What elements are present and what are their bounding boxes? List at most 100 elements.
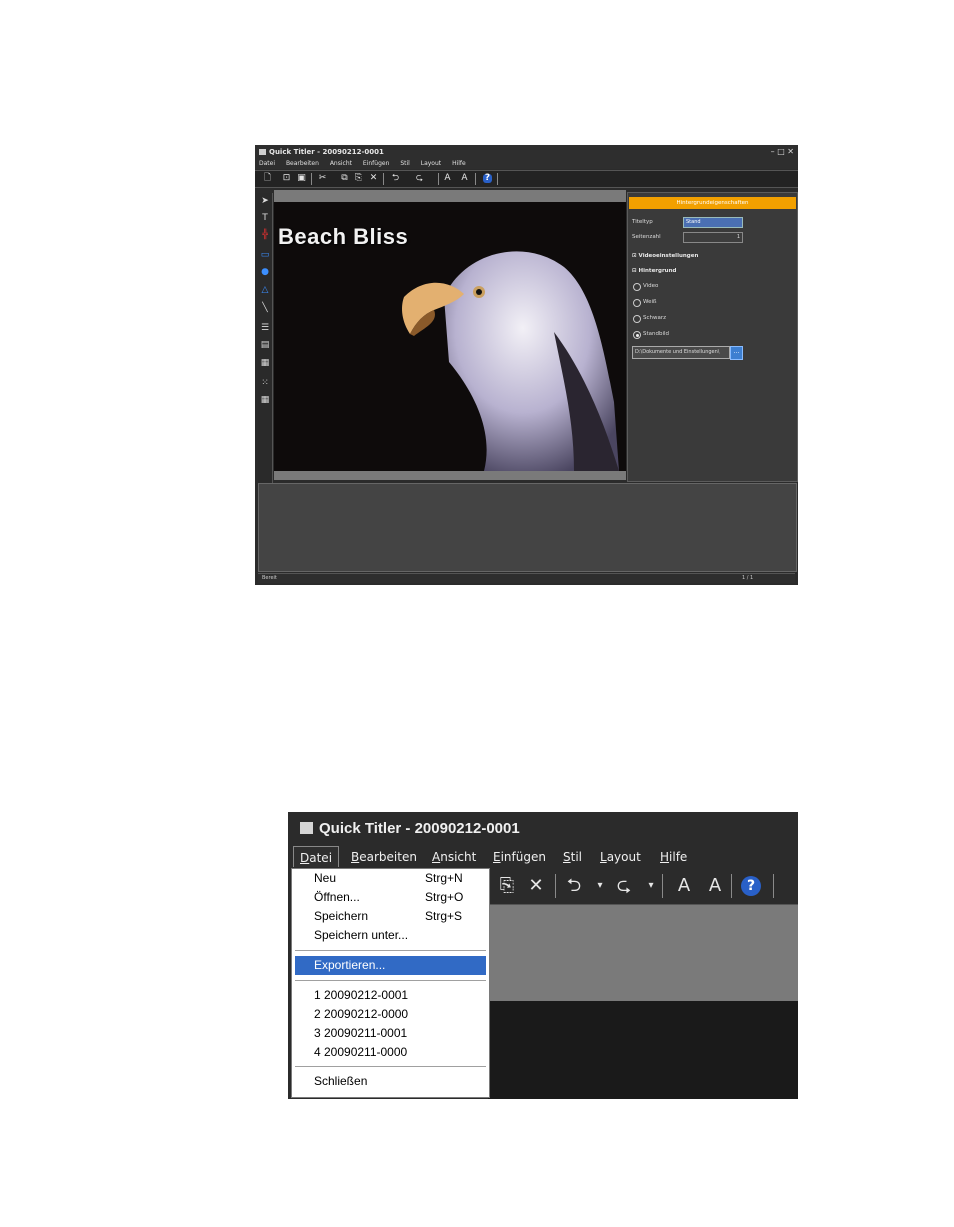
- redo-icon[interactable]: ⮎: [415, 174, 424, 183]
- window-title: Quick Titler - 20090212-0001: [269, 148, 384, 156]
- close-button[interactable]: ✕: [787, 147, 794, 156]
- canvas-title-text[interactable]: Beach Bliss: [278, 224, 408, 250]
- status-bar: Bereit 1 / 1: [258, 573, 795, 583]
- toolbar-separator: [438, 173, 439, 185]
- menu-datei[interactable]: Datei: [259, 160, 275, 167]
- menu-layout[interactable]: Layout: [594, 846, 647, 866]
- menu-stil[interactable]: Stil: [557, 846, 588, 866]
- menu-separator: [295, 950, 486, 952]
- radio-schwarz-label: Schwarz: [643, 315, 667, 321]
- toolbar-separator: [383, 173, 384, 185]
- menu-einfuegen[interactable]: Einfügen: [487, 846, 552, 866]
- menu-item-oeffnen[interactable]: Öffnen... Strg+O: [295, 888, 486, 907]
- window-title: Quick Titler - 20090212-0001: [319, 820, 520, 837]
- cut-icon[interactable]: ✂: [318, 174, 327, 183]
- undo-dropdown-icon[interactable]: ▾: [590, 876, 610, 896]
- radio-weiss-label: Weiß: [643, 299, 657, 305]
- text-style-icon[interactable]: A: [674, 876, 694, 896]
- menu-item-neu[interactable]: Neu Strg+N: [295, 869, 486, 888]
- menu-layout[interactable]: Layout: [421, 160, 441, 167]
- undo-icon[interactable]: ⮌: [391, 174, 400, 183]
- new-file-icon[interactable]: 🗋: [263, 174, 272, 183]
- menu-hilfe[interactable]: Hilfe: [654, 846, 693, 866]
- copy-icon[interactable]: ⧉: [340, 174, 349, 183]
- menu-item-label: 3 20090211-0001: [314, 1026, 408, 1040]
- menu-item-recent-2[interactable]: 2 20090212-0000: [295, 1005, 486, 1024]
- menu-stil[interactable]: Stil: [400, 160, 410, 167]
- hintergrund-section[interactable]: ⊟ Hintergrund: [632, 268, 676, 274]
- menu-item-label: 4 20090211-0000: [314, 1045, 408, 1059]
- text-style-icon[interactable]: A: [443, 174, 452, 183]
- menu-item-schliessen[interactable]: Schließen: [295, 1072, 486, 1091]
- app-icon: [259, 149, 266, 155]
- window-controls: – □ ✕: [771, 145, 794, 159]
- toolbar-separator: [497, 173, 498, 185]
- menu-item-shortcut: Strg+N: [425, 871, 463, 885]
- radio-standbild[interactable]: [633, 331, 641, 339]
- quick-titler-window: Quick Titler - 20090212-0001 – □ ✕ Datei…: [255, 145, 798, 585]
- videoeinstellungen-label: Videoeinstellungen: [638, 253, 699, 259]
- text-search-icon[interactable]: A: [705, 876, 725, 896]
- delete-icon[interactable]: ✕: [369, 174, 378, 183]
- menu-item-exportieren[interactable]: Exportieren...: [295, 956, 486, 975]
- videoeinstellungen-section[interactable]: ⊡ Videoeinstellungen: [632, 253, 698, 259]
- undo-icon[interactable]: ⮌: [564, 876, 584, 896]
- radio-schwarz[interactable]: [633, 315, 641, 323]
- menu-item-label: 2 20090212-0000: [314, 1007, 409, 1021]
- title-bar: Quick Titler - 20090212-0001: [288, 812, 798, 846]
- table-icon[interactable]: ▦: [259, 394, 271, 406]
- app-icon: [300, 822, 313, 834]
- text-tool-icon[interactable]: T: [259, 212, 271, 224]
- browse-button[interactable]: …: [730, 346, 743, 360]
- titletyp-label: Titeltyp: [632, 219, 653, 225]
- menu-item-speichern-unter[interactable]: Speichern unter...: [295, 926, 486, 945]
- minimize-button[interactable]: –: [771, 147, 775, 156]
- layout-icon[interactable]: ▤: [259, 339, 271, 351]
- menu-item-recent-4[interactable]: 4 20090211-0000: [295, 1043, 486, 1062]
- toolbar-separator: [311, 173, 312, 185]
- toolbar: 🗋 ⊡ ▣ ✂ ⧉ ⎘ ✕ ⮌ ⮎ A A ?: [255, 170, 798, 188]
- select-arrow-icon[interactable]: ➤: [259, 195, 271, 207]
- line-tool-icon[interactable]: ╲: [259, 302, 271, 314]
- layer-icon[interactable]: ▦: [259, 357, 271, 369]
- radio-weiss[interactable]: [633, 299, 641, 307]
- crop-tool-icon[interactable]: ╬: [259, 229, 271, 241]
- seitenzahl-label: Seitenzahl: [632, 234, 661, 240]
- radio-video[interactable]: [633, 283, 641, 291]
- paste-icon[interactable]: ⎘: [354, 174, 363, 183]
- open-folder-icon[interactable]: ⊡: [282, 174, 291, 183]
- maximize-button[interactable]: □: [777, 147, 785, 156]
- menu-item-label: Öffnen...: [314, 890, 360, 904]
- seitenzahl-field[interactable]: 1: [683, 232, 743, 243]
- radio-standbild-label: Standbild: [643, 331, 670, 337]
- text-search-icon[interactable]: A: [460, 174, 469, 183]
- paste-icon[interactable]: ⎘: [497, 876, 517, 896]
- rounded-rect-icon[interactable]: ▭: [259, 249, 271, 261]
- menu-einfuegen[interactable]: Einfügen: [363, 160, 389, 167]
- canvas-preview[interactable]: Beach Bliss: [274, 202, 626, 471]
- titletyp-select[interactable]: Stand: [683, 217, 743, 228]
- menu-ansicht[interactable]: Ansicht: [426, 846, 482, 866]
- help-icon[interactable]: ?: [483, 174, 492, 183]
- menu-hilfe[interactable]: Hilfe: [452, 160, 466, 167]
- menu-item-recent-3[interactable]: 3 20090211-0001: [295, 1024, 486, 1043]
- menu-ansicht[interactable]: Ansicht: [330, 160, 352, 167]
- ellipse-icon[interactable]: ●: [259, 266, 271, 278]
- help-icon[interactable]: ?: [741, 876, 761, 896]
- menu-datei[interactable]: Datei: [293, 846, 340, 867]
- menu-bearbeiten[interactable]: Bearbeiten: [286, 160, 319, 167]
- grid-dots-icon[interactable]: ⁙: [259, 377, 271, 389]
- align-icon[interactable]: ☰: [259, 322, 271, 334]
- menu-item-label: Neu: [314, 871, 337, 885]
- redo-icon[interactable]: ⮎: [614, 876, 634, 896]
- triangle-icon[interactable]: △: [259, 284, 271, 296]
- delete-icon[interactable]: ✕: [526, 876, 546, 896]
- redo-dropdown-icon[interactable]: ▾: [641, 876, 661, 896]
- status-text: Bereit: [262, 575, 277, 581]
- menu-item-speichern[interactable]: Speichern Strg+S: [295, 907, 486, 926]
- menu-item-recent-1[interactable]: 1 20090212-0001: [295, 986, 486, 1005]
- image-path-field[interactable]: D:\Dokumente und Einstellungen\: [632, 346, 730, 359]
- menu-separator: [295, 1066, 486, 1068]
- menu-bearbeiten[interactable]: Bearbeiten: [345, 846, 423, 866]
- save-icon[interactable]: ▣: [297, 174, 306, 183]
